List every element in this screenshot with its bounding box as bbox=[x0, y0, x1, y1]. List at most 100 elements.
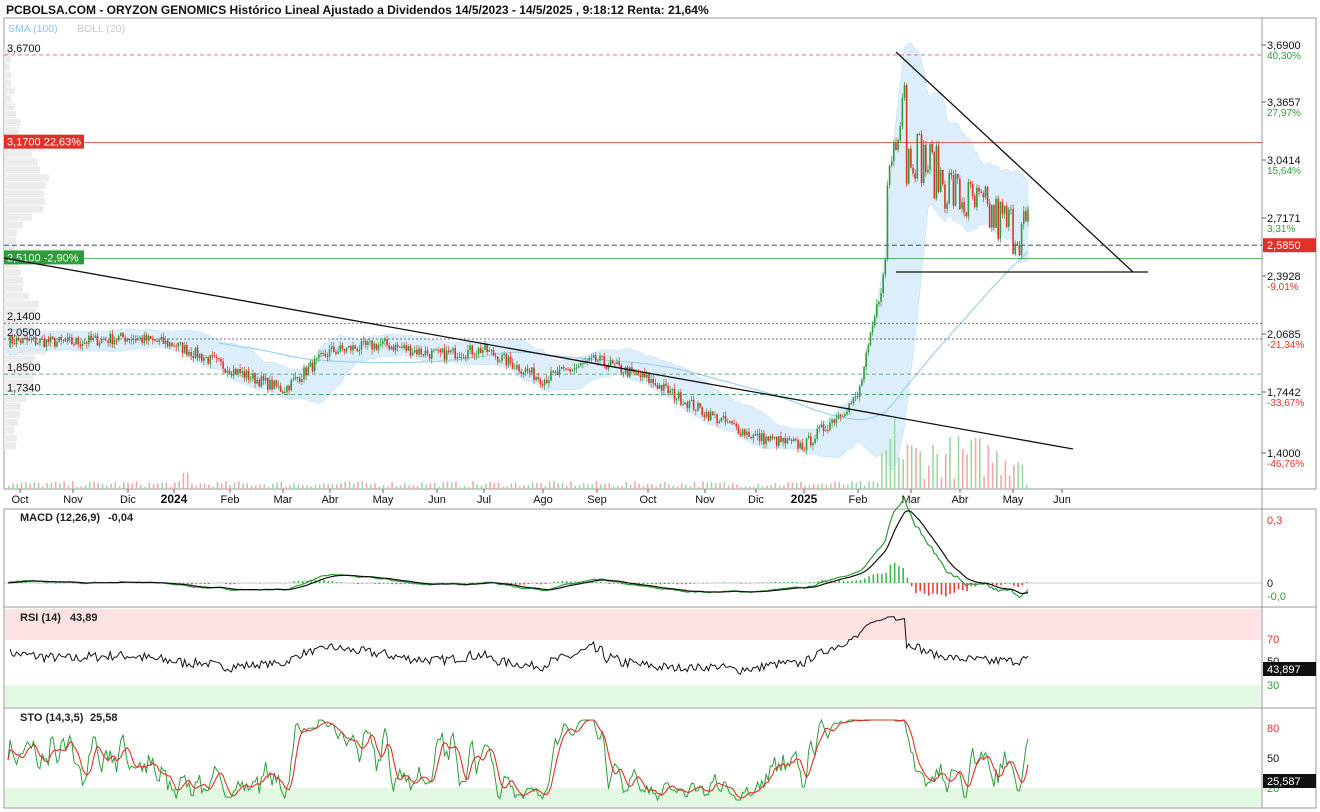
candle-body bbox=[350, 345, 352, 351]
candle-body bbox=[58, 336, 60, 342]
candle-body bbox=[364, 340, 367, 345]
volume-bar bbox=[795, 482, 798, 489]
candle-body bbox=[837, 414, 840, 419]
candle-body bbox=[782, 438, 784, 442]
candle-body bbox=[139, 337, 141, 339]
macd-histogram-bar bbox=[655, 583, 657, 585]
volume-bar bbox=[668, 484, 670, 489]
volume-bar bbox=[1004, 460, 1007, 489]
rsi-title: RSI (14) bbox=[20, 612, 61, 624]
candle-body bbox=[467, 350, 469, 358]
macd-histogram-bar bbox=[395, 583, 398, 585]
volume-bar bbox=[97, 482, 100, 489]
volume-bar bbox=[306, 485, 308, 489]
candle-body bbox=[882, 274, 884, 294]
candle-body bbox=[552, 371, 554, 373]
candle-body bbox=[100, 339, 103, 343]
candle-body bbox=[961, 202, 963, 209]
candle-body bbox=[328, 348, 331, 357]
candle-body bbox=[969, 182, 972, 184]
volume-bar bbox=[365, 483, 368, 489]
candle-body bbox=[999, 202, 1002, 240]
candle-body bbox=[571, 370, 574, 372]
candle-body bbox=[301, 379, 303, 382]
volume-bar bbox=[152, 483, 155, 489]
volume-bar bbox=[846, 484, 849, 489]
volume-bar bbox=[63, 481, 65, 489]
candle-body bbox=[686, 402, 689, 409]
volume-bar bbox=[399, 485, 402, 489]
volume-bar bbox=[961, 448, 964, 489]
candle-body bbox=[1005, 206, 1008, 227]
volume-bar bbox=[459, 486, 462, 489]
candle-body bbox=[132, 339, 135, 340]
candle-body bbox=[797, 440, 799, 449]
candle-body bbox=[273, 380, 275, 390]
candle-body bbox=[893, 142, 895, 162]
candle-body bbox=[520, 371, 522, 374]
candle-body bbox=[812, 443, 814, 446]
candle-body bbox=[373, 343, 376, 350]
candle-body bbox=[901, 97, 904, 127]
volume-bar bbox=[352, 484, 355, 489]
candle-body bbox=[752, 434, 755, 439]
candle-body bbox=[286, 385, 288, 392]
candle-body bbox=[88, 335, 90, 344]
volume-bar bbox=[970, 440, 973, 489]
candle-body bbox=[422, 354, 425, 356]
candle-body bbox=[71, 337, 73, 345]
candle-body bbox=[577, 365, 580, 368]
candle-body bbox=[294, 377, 297, 379]
volume-profile-bar bbox=[4, 403, 21, 411]
volume-bar bbox=[148, 482, 151, 489]
candle-body bbox=[92, 337, 94, 341]
candle-body bbox=[720, 417, 723, 422]
volume-bar bbox=[93, 481, 95, 489]
candle-body bbox=[309, 362, 312, 367]
candle-body bbox=[17, 337, 20, 341]
volume-bar bbox=[157, 483, 159, 489]
candle-body bbox=[903, 85, 906, 98]
candle-body bbox=[580, 363, 582, 366]
volume-profile-bar bbox=[4, 197, 45, 205]
macd-histogram-bar bbox=[617, 583, 619, 584]
volume-bar bbox=[893, 419, 896, 489]
candle-body bbox=[910, 148, 912, 168]
volume-profile-bar bbox=[4, 189, 44, 197]
candle-body bbox=[68, 337, 71, 339]
macd-histogram-bar bbox=[689, 583, 692, 584]
candle-body bbox=[588, 358, 591, 361]
candle-body bbox=[914, 173, 916, 179]
volume-bar bbox=[787, 482, 789, 489]
candle-body bbox=[556, 371, 559, 375]
volume-bar bbox=[702, 481, 704, 489]
candle-body bbox=[9, 335, 11, 347]
candle-body bbox=[37, 342, 39, 345]
candle-body bbox=[424, 350, 427, 356]
volume-bar bbox=[800, 481, 802, 489]
volume-bar bbox=[297, 484, 300, 489]
candle-body bbox=[315, 357, 318, 360]
candle-body bbox=[128, 338, 131, 341]
macd-histogram-bar bbox=[178, 583, 180, 584]
macd-histogram-bar bbox=[186, 583, 189, 585]
volume-profile-bar bbox=[4, 426, 14, 434]
candle-body bbox=[652, 378, 655, 384]
candle-body bbox=[505, 353, 508, 366]
macd-histogram-bar bbox=[514, 583, 517, 585]
level-label: 3,6700 bbox=[7, 43, 41, 55]
candle-body bbox=[303, 367, 305, 380]
candle-body bbox=[507, 356, 510, 366]
candle-body bbox=[94, 335, 97, 338]
macd-histogram-bar bbox=[561, 580, 564, 583]
candle-body bbox=[980, 191, 982, 194]
macd-title: MACD (12,26,9) bbox=[20, 512, 100, 524]
macd-panel-frame bbox=[3, 508, 1317, 608]
macd-axis-label: -0,0 bbox=[1267, 591, 1286, 603]
candle-body bbox=[24, 337, 26, 339]
volume-profile-bar bbox=[4, 276, 23, 284]
candle-body bbox=[601, 355, 603, 357]
candle-body bbox=[501, 354, 503, 361]
volume-bar bbox=[327, 483, 330, 489]
volume-bar bbox=[540, 483, 542, 489]
